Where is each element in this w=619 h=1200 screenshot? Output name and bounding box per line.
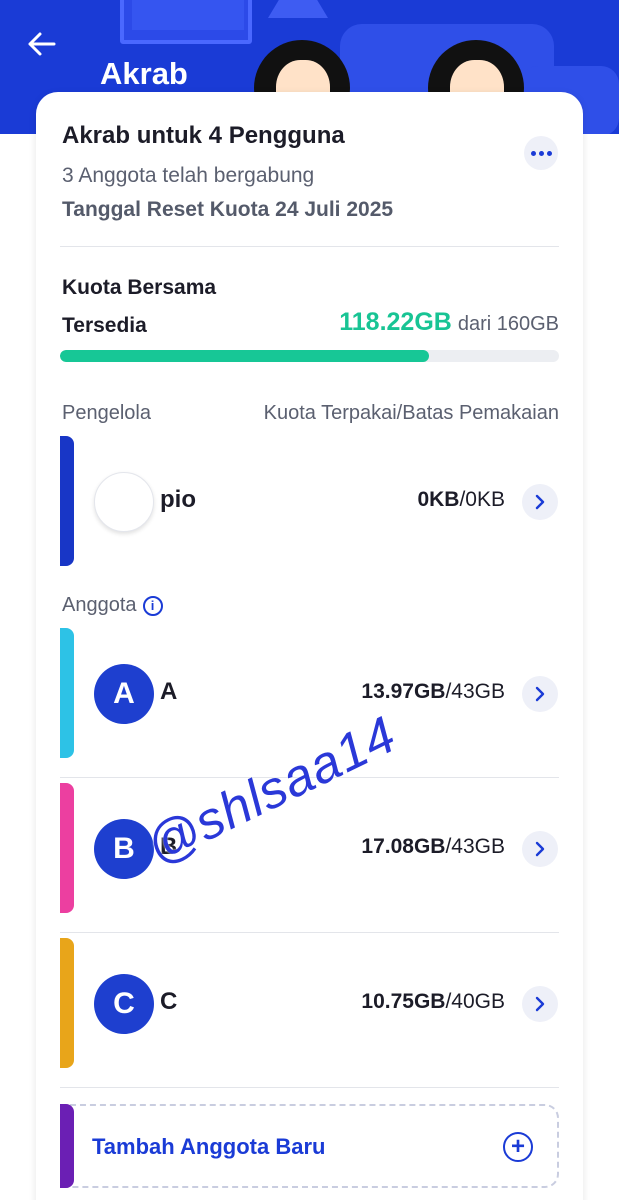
avatar: C	[94, 974, 154, 1034]
more-horizontal-icon	[530, 150, 536, 156]
info-icon[interactable]: i	[142, 596, 163, 616]
member-name: B	[160, 833, 178, 860]
quota-reset-date: Tanggal Reset Kuota 24 Juli 2025	[62, 198, 394, 221]
total-quota: dari 160GB	[457, 313, 559, 335]
avatar: B	[94, 819, 154, 879]
add-member-button[interactable]: Tambah Anggota Baru +	[60, 1104, 559, 1188]
members-joined-text: 3 Anggota telah bergabung	[62, 164, 315, 187]
member-row[interactable]: A A 13.97GB/43GB	[36, 628, 583, 778]
quota-value: 118.22GB dari 160GB	[339, 308, 559, 337]
member-stripe	[60, 783, 74, 913]
manager-row[interactable]: pio 0KB/0KB	[36, 436, 583, 568]
avatar	[94, 472, 154, 532]
back-button[interactable]	[24, 26, 60, 62]
available-quota: 118.22GB	[339, 308, 452, 336]
member-stripe	[60, 938, 74, 1068]
quota-progress-bar	[60, 350, 559, 362]
manager-column-label: Pengelola	[62, 402, 151, 424]
member-name: C	[160, 988, 178, 1015]
member-detail-button[interactable]	[522, 986, 558, 1022]
plan-title: Akrab untuk 4 Pengguna	[62, 122, 345, 149]
chevron-right-icon	[535, 996, 545, 1012]
add-member-stripe	[60, 1104, 74, 1188]
more-options-button[interactable]	[524, 136, 558, 170]
chevron-right-icon	[535, 494, 545, 510]
member-usage: 10.75GB/40GB	[361, 990, 505, 1013]
member-stripe	[60, 628, 74, 758]
add-member-label: Tambah Anggota Baru	[92, 1134, 326, 1159]
quota-progress-fill	[60, 350, 429, 362]
manager-stripe	[60, 436, 74, 566]
page-title: Akrab	[100, 56, 188, 91]
avatar: A	[94, 664, 154, 724]
shared-quota-label: Kuota Bersama	[62, 276, 217, 299]
member-usage: 13.97GB/43GB	[361, 680, 505, 703]
members-section-label: Anggota i	[62, 594, 163, 617]
member-detail-button[interactable]	[522, 831, 558, 867]
manager-detail-button[interactable]	[522, 484, 558, 520]
chevron-right-icon	[535, 841, 545, 857]
available-label: Tersedia	[62, 314, 147, 337]
plus-circle-icon: +	[503, 1132, 533, 1162]
manager-name: pio	[160, 486, 196, 513]
divider	[60, 246, 559, 247]
divider	[60, 932, 559, 933]
plan-card: Akrab untuk 4 Pengguna 3 Anggota telah b…	[36, 92, 583, 1200]
manager-usage: 0KB/0KB	[417, 488, 505, 511]
chevron-right-icon	[535, 686, 545, 702]
member-usage: 17.08GB/43GB	[361, 835, 505, 858]
member-name: A	[160, 678, 178, 705]
lamp-illustration	[268, 0, 328, 18]
member-row[interactable]: C C 10.75GB/40GB	[36, 938, 583, 1088]
divider	[60, 777, 559, 778]
member-row[interactable]: B B 17.08GB/43GB	[36, 783, 583, 933]
divider	[60, 1087, 559, 1088]
member-detail-button[interactable]	[522, 676, 558, 712]
arrow-left-icon	[28, 32, 56, 56]
usage-column-label: Kuota Terpakai/Batas Pemakaian	[263, 402, 559, 424]
tv-illustration	[120, 0, 252, 44]
